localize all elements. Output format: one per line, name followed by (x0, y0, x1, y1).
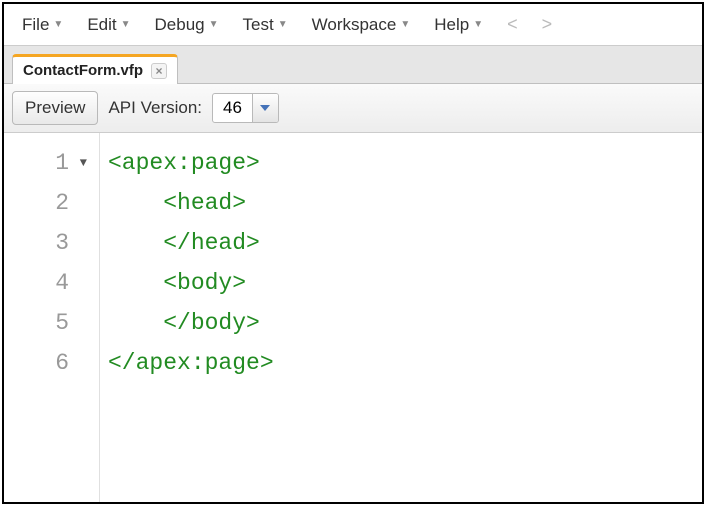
menu-workspace-label: Workspace (312, 15, 397, 35)
menu-help[interactable]: Help ▼ (424, 11, 493, 39)
menu-edit-label: Edit (87, 15, 116, 35)
tab-strip: ContactForm.vfp × (4, 46, 702, 84)
menu-help-label: Help (434, 15, 469, 35)
tab-contactform[interactable]: ContactForm.vfp × (12, 54, 178, 84)
menu-file[interactable]: File ▼ (12, 11, 73, 39)
caret-down-icon: ▼ (278, 19, 288, 30)
chevron-down-icon[interactable] (252, 94, 278, 122)
line-number: 4 (4, 263, 89, 303)
code-editor[interactable]: 1 ▼ 2 3 4 5 6 <apex:page> <head> </head (4, 133, 702, 502)
code-line: </head> (108, 223, 694, 263)
line-number: 2 (4, 183, 89, 223)
close-icon[interactable]: × (151, 63, 167, 79)
api-version-label: API Version: (108, 98, 202, 118)
editor-window: File ▼ Edit ▼ Debug ▼ Test ▼ Workspace ▼… (2, 2, 704, 504)
api-version-value: 46 (213, 94, 252, 122)
code-line: </apex:page> (108, 343, 694, 383)
line-number-text: 4 (55, 270, 69, 296)
caret-down-icon: ▼ (121, 19, 131, 30)
line-number-text: 2 (55, 190, 69, 216)
nav-prev-button[interactable]: < (497, 10, 528, 39)
line-number-text: 6 (55, 350, 69, 376)
api-version-select[interactable]: 46 (212, 93, 279, 123)
caret-down-icon: ▼ (473, 19, 483, 30)
menu-file-label: File (22, 15, 49, 35)
code-line: <head> (108, 183, 694, 223)
caret-down-icon: ▼ (209, 19, 219, 30)
caret-down-icon: ▼ (53, 19, 63, 30)
code-area[interactable]: <apex:page> <head> </head> <body> </body… (100, 133, 702, 502)
line-number-text: 5 (55, 310, 69, 336)
menu-bar: File ▼ Edit ▼ Debug ▼ Test ▼ Workspace ▼… (4, 4, 702, 46)
tab-label: ContactForm.vfp (23, 62, 143, 79)
line-number: 5 (4, 303, 89, 343)
line-number-text: 3 (55, 230, 69, 256)
line-number-text: 1 (55, 150, 69, 176)
preview-button[interactable]: Preview (12, 91, 98, 125)
toolbar: Preview API Version: 46 (4, 84, 702, 133)
menu-workspace[interactable]: Workspace ▼ (302, 11, 421, 39)
code-line: <body> (108, 263, 694, 303)
line-number: 6 (4, 343, 89, 383)
line-number: 1 ▼ (4, 143, 89, 183)
line-number: 3 (4, 223, 89, 263)
menu-debug[interactable]: Debug ▼ (145, 11, 229, 39)
fold-toggle-icon[interactable]: ▼ (80, 143, 87, 183)
nav-next-button[interactable]: > (532, 10, 563, 39)
menu-debug-label: Debug (155, 15, 205, 35)
caret-down-icon: ▼ (400, 19, 410, 30)
code-line: <apex:page> (108, 143, 694, 183)
line-gutter: 1 ▼ 2 3 4 5 6 (4, 133, 100, 502)
menu-edit[interactable]: Edit ▼ (77, 11, 140, 39)
menu-test-label: Test (243, 15, 274, 35)
menu-test[interactable]: Test ▼ (233, 11, 298, 39)
code-line: </body> (108, 303, 694, 343)
